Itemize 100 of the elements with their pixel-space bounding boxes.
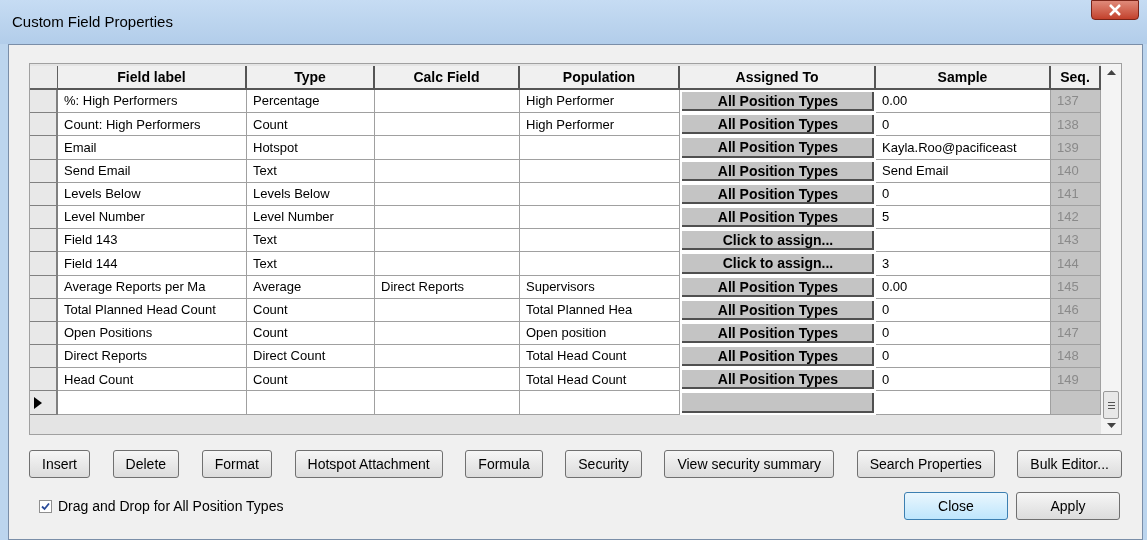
sample-cell: 5 bbox=[876, 205, 1051, 230]
toolbar-button[interactable]: View security summary bbox=[664, 450, 835, 478]
row-header-cell[interactable] bbox=[30, 205, 58, 230]
row-header-cell[interactable] bbox=[30, 321, 58, 346]
type-cell: Text bbox=[247, 159, 375, 183]
assigned-to-button[interactable] bbox=[680, 391, 876, 415]
seq-cell: 142 bbox=[1051, 205, 1101, 230]
row-header-cell[interactable] bbox=[30, 90, 58, 114]
field-label-cell: Send Email bbox=[58, 159, 247, 183]
seq-cell: 148 bbox=[1051, 345, 1101, 369]
sample-cell: 0.00 bbox=[876, 90, 1051, 114]
assigned-to-button[interactable]: All Position Types bbox=[680, 159, 876, 183]
toolbar-button[interactable]: Format bbox=[201, 450, 272, 478]
column-header[interactable]: Assigned To bbox=[680, 66, 876, 90]
field-label-cell: Levels Below bbox=[58, 182, 247, 206]
field-label-cell: Head Count bbox=[58, 368, 247, 392]
field-label-cell: Open Positions bbox=[58, 321, 247, 346]
seq-cell: 141 bbox=[1051, 182, 1101, 206]
row-header-cell[interactable] bbox=[30, 345, 58, 369]
row-header-cell[interactable] bbox=[30, 182, 58, 206]
toolbar-button[interactable]: Search Properties bbox=[856, 450, 995, 478]
toolbar-button[interactable]: Security bbox=[565, 450, 642, 478]
seq-cell: 137 bbox=[1051, 90, 1101, 114]
calc-field-cell: Direct Reports bbox=[375, 275, 520, 299]
population-cell: High Performer bbox=[520, 113, 680, 137]
row-header-cell[interactable] bbox=[30, 275, 58, 299]
current-row-icon bbox=[34, 396, 42, 409]
field-label-cell: Direct Reports bbox=[58, 345, 247, 369]
row-header-cell[interactable] bbox=[30, 159, 58, 183]
sample-cell: 0 bbox=[876, 345, 1051, 369]
type-cell: Count bbox=[247, 321, 375, 346]
column-header[interactable]: Type bbox=[247, 66, 375, 90]
assigned-to-button[interactable]: All Position Types bbox=[680, 136, 876, 160]
sample-cell: Kayla.Roo@pacificeast bbox=[876, 136, 1051, 160]
assigned-to-button[interactable]: All Position Types bbox=[680, 298, 876, 322]
assigned-to-button[interactable]: All Position Types bbox=[680, 205, 876, 230]
field-label-cell: Field 144 bbox=[58, 252, 247, 276]
toolbar-button[interactable]: Formula bbox=[465, 450, 543, 478]
row-header-cell[interactable] bbox=[30, 229, 58, 253]
row-header-cell[interactable] bbox=[30, 252, 58, 276]
toolbar-button[interactable]: Bulk Editor... bbox=[1017, 450, 1122, 478]
assigned-to-button[interactable]: Click to assign... bbox=[680, 252, 876, 276]
sample-cell: 0.00 bbox=[876, 275, 1051, 299]
row-header-cell[interactable] bbox=[30, 298, 58, 322]
row-header-cell[interactable] bbox=[30, 391, 58, 415]
type-cell: Text bbox=[247, 229, 375, 253]
column-header[interactable]: Field label bbox=[58, 66, 247, 90]
assigned-to-button[interactable]: All Position Types bbox=[680, 368, 876, 392]
assigned-to-button[interactable]: All Position Types bbox=[680, 182, 876, 206]
column-header[interactable]: Calc Field bbox=[375, 66, 520, 90]
column-header[interactable]: Population bbox=[520, 66, 680, 90]
sample-cell: 0 bbox=[876, 113, 1051, 137]
population-cell: Supervisors bbox=[520, 275, 680, 299]
dialog-button[interactable]: Close bbox=[904, 492, 1008, 520]
population-cell: High Performer bbox=[520, 90, 680, 114]
assigned-to-button[interactable]: All Position Types bbox=[680, 321, 876, 346]
toolbar-button[interactable]: Hotspot Attachment bbox=[294, 450, 443, 478]
population-cell: Total Planned Hea bbox=[520, 298, 680, 322]
toolbar-button[interactable]: Delete bbox=[112, 450, 180, 478]
assigned-to-button[interactable]: All Position Types bbox=[680, 113, 876, 137]
population-cell: Total Head Count bbox=[520, 345, 680, 369]
sample-cell: 0 bbox=[876, 321, 1051, 346]
field-label-cell: Count: High Performers bbox=[58, 113, 247, 137]
checkmark-icon bbox=[41, 501, 50, 511]
sample-cell: 0 bbox=[876, 368, 1051, 392]
close-icon[interactable] bbox=[1091, 0, 1139, 20]
seq-cell: 146 bbox=[1051, 298, 1101, 322]
type-cell: Levels Below bbox=[247, 182, 375, 206]
population-cell: Open position bbox=[520, 321, 680, 346]
assigned-to-button[interactable]: Click to assign... bbox=[680, 229, 876, 253]
checkbox[interactable] bbox=[39, 499, 52, 513]
scrollbar[interactable] bbox=[1101, 64, 1121, 434]
seq-cell: 145 bbox=[1051, 275, 1101, 299]
window-title: Custom Field Properties bbox=[12, 11, 173, 32]
seq-cell: 139 bbox=[1051, 136, 1101, 160]
assigned-to-button[interactable]: All Position Types bbox=[680, 90, 876, 114]
seq-cell: 144 bbox=[1051, 252, 1101, 276]
column-header[interactable]: Sample bbox=[876, 66, 1051, 90]
seq-cell: 149 bbox=[1051, 368, 1101, 392]
column-header[interactable]: Seq. bbox=[1051, 66, 1101, 90]
assigned-to-button[interactable]: All Position Types bbox=[680, 275, 876, 299]
field-label-cell: Average Reports per Ma bbox=[58, 275, 247, 299]
row-header-cell[interactable] bbox=[30, 113, 58, 137]
sample-cell: 3 bbox=[876, 252, 1051, 276]
type-cell: Direct Count bbox=[247, 345, 375, 369]
field-label-cell: Total Planned Head Count bbox=[58, 298, 247, 322]
scroll-thumb[interactable] bbox=[1103, 391, 1119, 419]
type-cell: Count bbox=[247, 298, 375, 322]
sample-cell: 0 bbox=[876, 182, 1051, 206]
seq-cell: 140 bbox=[1051, 159, 1101, 183]
assigned-to-button[interactable]: All Position Types bbox=[680, 345, 876, 369]
field-label-cell: Level Number bbox=[58, 205, 247, 230]
type-cell: Percentage bbox=[247, 90, 375, 114]
row-header-cell[interactable] bbox=[30, 368, 58, 392]
toolbar-button[interactable]: Insert bbox=[29, 450, 90, 478]
checkbox-label: Drag and Drop for All Position Types bbox=[58, 496, 284, 516]
row-header-cell[interactable] bbox=[30, 136, 58, 160]
dialog-button[interactable]: Apply bbox=[1016, 492, 1120, 520]
scroll-up-icon[interactable] bbox=[1106, 70, 1116, 75]
scroll-down-icon[interactable] bbox=[1106, 423, 1116, 428]
